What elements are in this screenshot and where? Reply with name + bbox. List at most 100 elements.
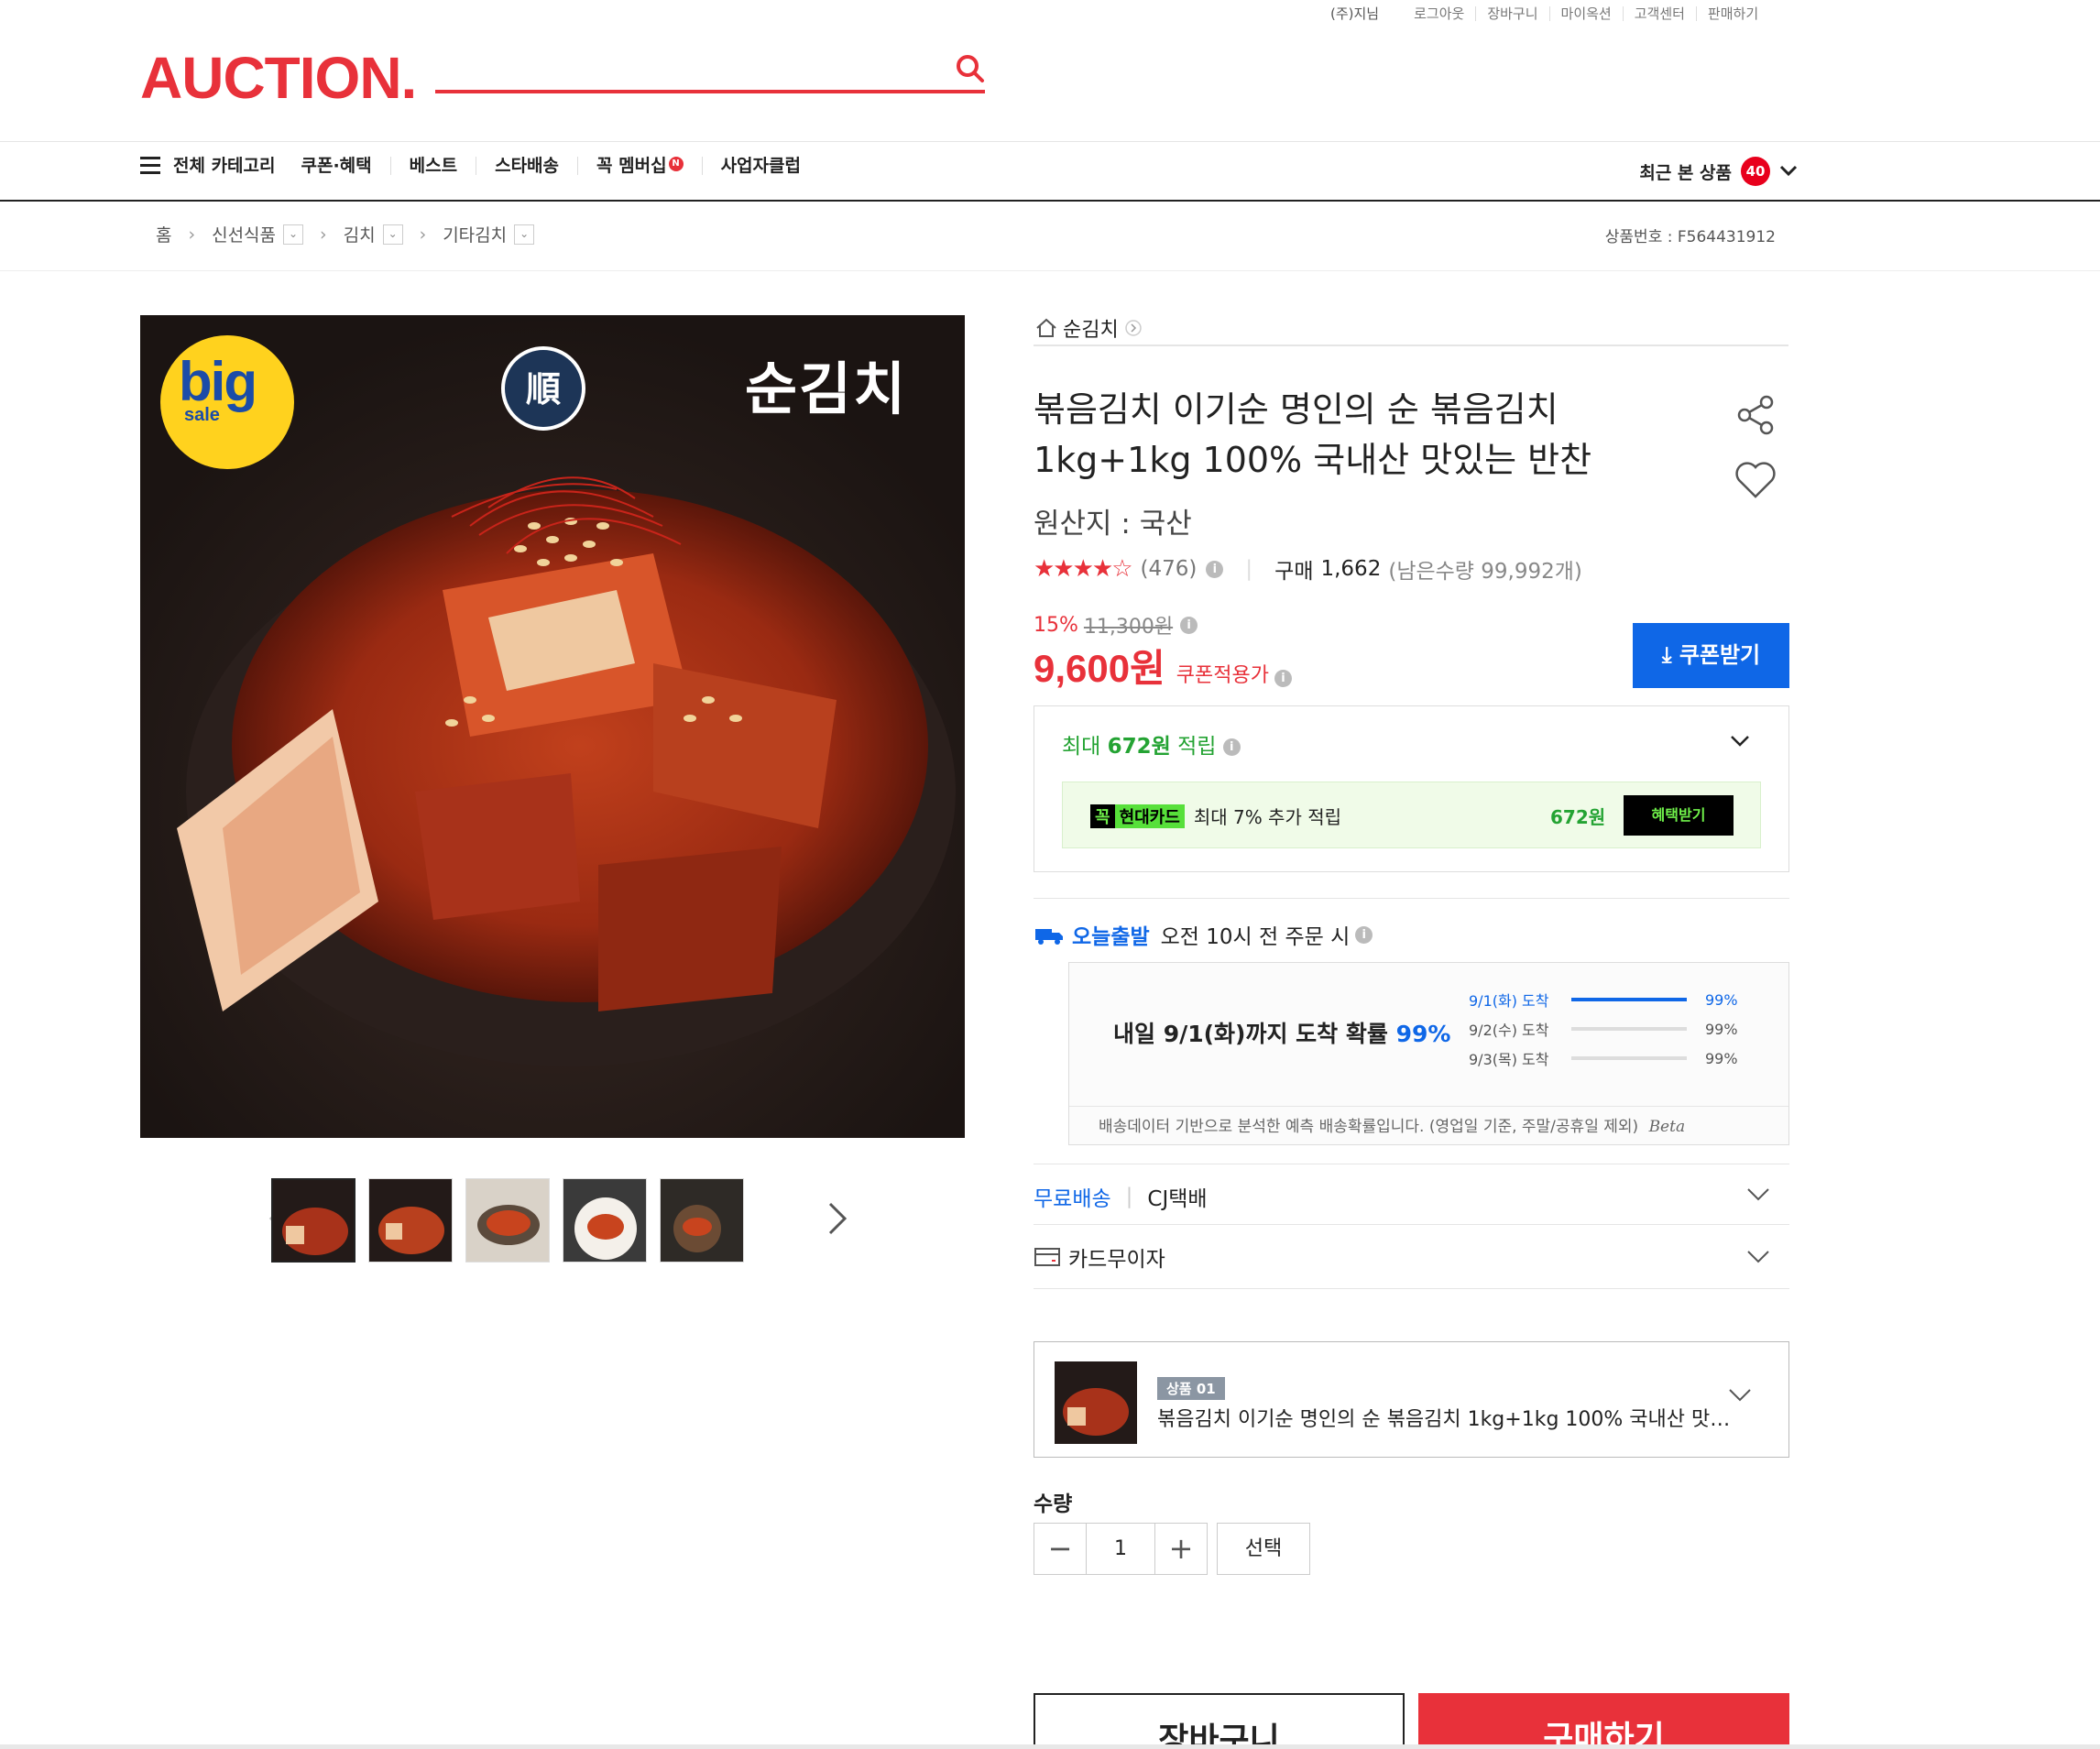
all-categories[interactable]: 전체 카테고리 [173,157,276,175]
card-benefit-amount: 672원 [1550,806,1606,828]
download-icon: ⤓ [1661,642,1672,668]
purchase-count: 1,662 [1320,557,1382,581]
nav-business-club[interactable]: 사업자클럽 [701,157,819,175]
chevron-down-icon[interactable]: ⌄ [514,224,535,245]
share-icon[interactable] [1735,394,1777,436]
card-installment-row[interactable]: 카드무이자 [1034,1241,1165,1273]
thumbnail-1[interactable] [271,1178,355,1263]
category-nav: 전체 카테고리 쿠폰·혜택 베스트 스타배송 꼭 멤버십 N 사업자클럽 최근 본… [0,141,2100,202]
divider [1034,1224,1789,1225]
card-tag-1: 꼭 [1090,803,1115,828]
chevron-down-icon[interactable] [1730,730,1750,750]
card-benefit-label: 꼭 현대카드 최대 7% 추가 적립 [1090,803,1341,829]
coupon-button[interactable]: ⤓ 쿠폰받기 [1633,623,1789,688]
chevron-down-icon[interactable] [1746,1250,1770,1264]
delivery-pct: 99% [1705,1049,1738,1067]
product-main-image[interactable]: 順 big sale 순김치 [140,315,965,1138]
probability-bar [1571,998,1687,1001]
points-box: 최대 672원 적립 i 꼭 현대카드 최대 7% 추가 적립 672원 혜택받… [1034,705,1789,872]
divider [1034,344,1788,346]
delivery-date: 9/2(수) 도착 [1469,1022,1549,1039]
nav-membership[interactable]: 꼭 멤버십 N [577,157,702,175]
review-count[interactable]: (476) [1141,557,1198,581]
thumbnail-3[interactable] [465,1178,550,1263]
delivery-main: 내일 9/1(화)까지 도착 확률 99% [1113,1016,1450,1049]
decrement-button[interactable]: − [1034,1523,1087,1575]
thumbnail-2[interactable] [368,1178,453,1263]
info-icon[interactable]: i [1180,616,1198,634]
select-button[interactable]: 선택 [1217,1523,1310,1575]
cart-link[interactable]: 장바구니 [1475,5,1548,21]
card-installment-label: 카드무이자 [1068,1248,1165,1272]
coupon-button-label: 쿠폰받기 [1679,642,1761,668]
nav-coupon[interactable]: 쿠폰·혜택 [301,157,390,175]
bottom-bar [0,1744,2100,1749]
new-badge: N [668,157,684,171]
seller-name: 순김치 [1063,319,1119,342]
breadcrumb-level-1[interactable]: 신선식품 [212,222,276,246]
card-tag-2: 현대카드 [1114,803,1185,828]
recent-count-badge: 40 [1741,157,1770,186]
benefit-button[interactable]: 혜택받기 [1624,795,1734,836]
chevron-down-icon [1779,165,1798,177]
remaining-stock: (남은수량 99,992개) [1388,560,1582,584]
svg-text:順: 順 [526,369,561,410]
delivery-prediction-box: 내일 9/1(화)까지 도착 확률 99% 9/1(화) 도착 99% 9/2(수)… [1068,962,1789,1145]
nav-best[interactable]: 베스트 [389,157,476,175]
auction-logo[interactable]: AUCTION. [140,46,417,110]
next-arrow-icon[interactable] [823,1200,850,1237]
breadcrumb-home[interactable]: 홈 [156,222,171,246]
delivery-rows: 9/1(화) 도착 99% 9/2(수) 도착 99% 9/3(목) 도착 99% [1469,985,1738,1073]
my-auction-link[interactable]: 마이옥션 [1548,5,1623,21]
shipping-row[interactable]: 무료배송 | CJ택배 [1034,1181,1208,1212]
breadcrumb-level-3[interactable]: 기타김치 [443,222,507,246]
today-shipping: 오늘출발 오전 10시 전 주문 시 i [1034,919,1373,950]
product-id: 상품번호 : F564431912 [1604,228,1776,246]
menu-icon[interactable] [140,157,160,175]
buy-button[interactable]: 구매하기 [1418,1693,1789,1749]
search-icon[interactable] [955,53,986,84]
delivery-date: 9/1(화) 도착 [1469,992,1549,1010]
recent-items[interactable]: 최근 본 상품 40 [1639,157,1798,186]
option-select[interactable]: 상품 01 볶음김치 이기순 명인의 순 볶음김치 1kg+1kg 100% 국… [1034,1341,1789,1458]
thumbnail-4[interactable] [563,1178,647,1263]
today-shipping-text: 오전 10시 전 주문 시 [1160,925,1351,949]
breadcrumb-level-2[interactable]: 김치 [344,222,376,246]
today-shipping-label: 오늘출발 [1072,925,1150,949]
delivery-row: 9/3(목) 도착 99% [1469,1044,1738,1073]
quantity-input[interactable]: 1 [1087,1523,1154,1575]
search-input[interactable] [435,90,985,93]
sale-price: 9,600원 [1034,647,1165,690]
chevron-down-icon[interactable] [1746,1187,1770,1202]
chevron-down-icon[interactable] [1728,1388,1752,1403]
cart-button[interactable]: 장바구니 [1034,1693,1405,1749]
seller-store-link[interactable]: 순김치 [1035,313,1143,343]
nav-star-delivery[interactable]: 스타배송 [476,157,577,175]
card-benefit-text: 최대 7% 추가 적립 [1193,806,1342,828]
divider [1034,1288,1789,1289]
increment-button[interactable]: + [1154,1523,1208,1575]
nav-membership-label: 꼭 멤버십 [596,156,667,176]
sale-text: sale [184,405,220,425]
heart-icon[interactable] [1734,460,1777,500]
probability-bar [1571,1056,1687,1060]
chevron-down-icon[interactable]: ⌄ [283,224,304,245]
delivery-pct: 99% [1705,990,1738,1009]
info-icon[interactable]: i [1222,738,1241,756]
chevron-down-icon[interactable]: ⌄ [382,224,403,245]
logout-link[interactable]: 로그아웃 [1403,6,1475,21]
info-icon[interactable]: i [1355,925,1373,944]
separator: | [1125,1185,1133,1208]
info-icon[interactable]: i [1274,670,1292,687]
customer-center-link[interactable]: 고객센터 [1622,5,1696,21]
breadcrumb: 홈 › 신선식품 ⌄ › 김치 ⌄ › 기타김치 ⌄ 상품번호 : F56443… [0,202,2100,271]
original-price-row: 15% 11,300원 i [1034,610,1198,639]
truck-icon [1035,929,1063,945]
sell-link[interactable]: 판매하기 [1695,5,1769,21]
thumbnail-5[interactable] [660,1178,744,1263]
home-icon [1036,318,1056,337]
delivery-date: 9/3(목) 도착 [1469,1051,1549,1068]
delivery-pct: 99% [1705,1020,1738,1038]
info-icon[interactable]: i [1206,560,1224,578]
thumbnail-strip [271,1178,757,1263]
